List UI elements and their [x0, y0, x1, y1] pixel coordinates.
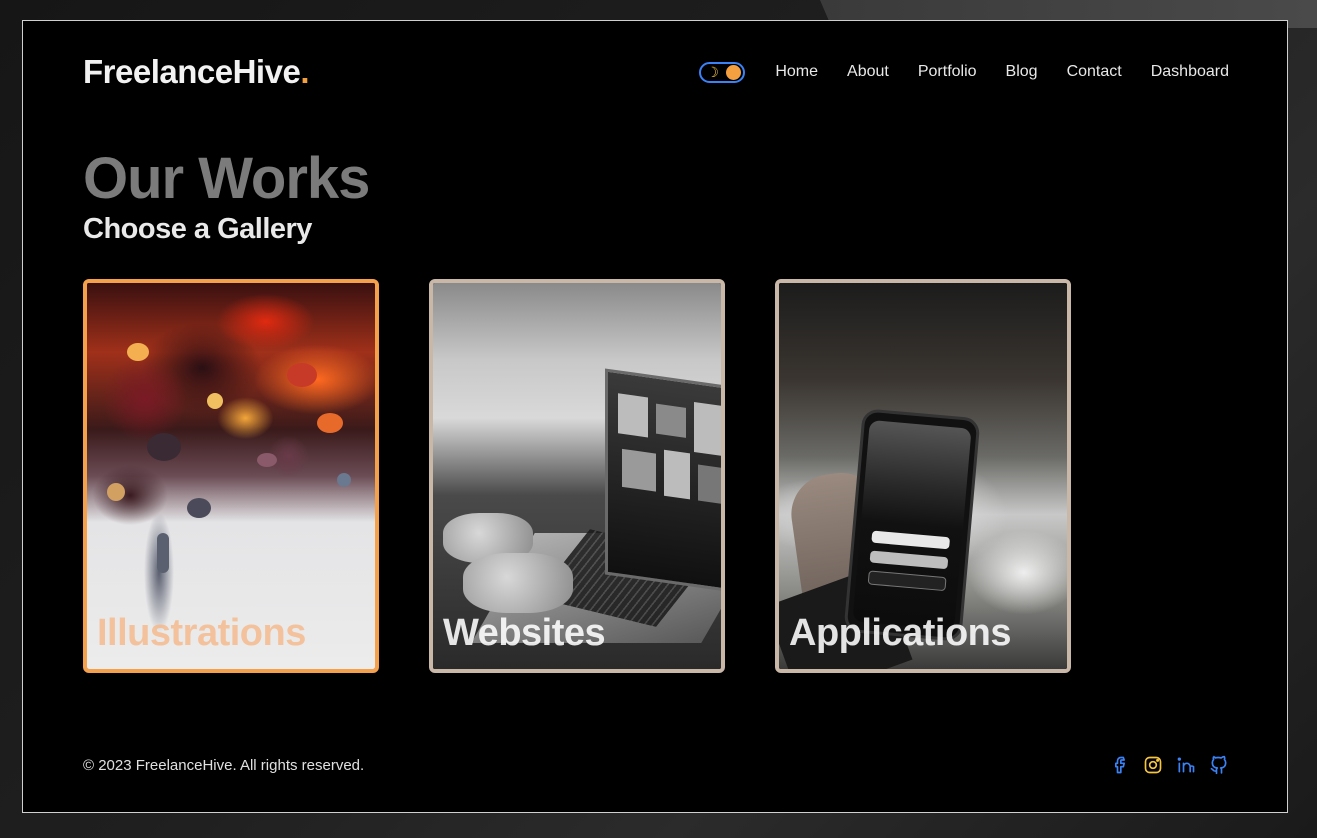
gallery-card-illustrations[interactable]: Illustrations — [83, 279, 379, 673]
main-nav: ☽ Home About Portfolio Blog Contact Dash… — [699, 61, 1229, 83]
gallery-card-label: Applications — [789, 612, 1012, 654]
brand-logo[interactable]: FreelanceHive. — [83, 53, 309, 91]
brand-name: FreelanceHive — [83, 53, 301, 90]
nav-link-contact[interactable]: Contact — [1067, 63, 1122, 81]
toggle-knob — [726, 64, 742, 80]
gallery-card-label: Websites — [443, 612, 606, 654]
browser-viewport: FreelanceHive. ☽ Home About Portfolio Bl… — [22, 20, 1288, 813]
footer: © 2023 FreelanceHive. All rights reserve… — [83, 755, 1229, 775]
nav-link-dashboard[interactable]: Dashboard — [1151, 63, 1229, 81]
nav-link-portfolio[interactable]: Portfolio — [918, 63, 977, 81]
page-title: Our Works — [83, 146, 370, 211]
brand-dot: . — [300, 53, 309, 90]
theme-toggle[interactable]: ☽ — [699, 61, 746, 83]
page-subtitle: Choose a Gallery — [83, 213, 312, 245]
github-icon[interactable] — [1209, 755, 1229, 775]
gallery-card-websites[interactable]: Websites — [429, 279, 725, 673]
linkedin-icon[interactable] — [1176, 755, 1196, 775]
nav-link-about[interactable]: About — [847, 63, 889, 81]
facebook-icon[interactable] — [1110, 755, 1130, 775]
instagram-icon[interactable] — [1143, 755, 1163, 775]
moon-icon: ☽ — [706, 63, 719, 80]
navbar: FreelanceHive. ☽ Home About Portfolio Bl… — [83, 51, 1229, 93]
gallery-card-applications[interactable]: Applications — [775, 279, 1071, 673]
nav-link-blog[interactable]: Blog — [1006, 63, 1038, 81]
gallery-card-label: Illustrations — [97, 612, 306, 654]
copyright-text: © 2023 FreelanceHive. All rights reserve… — [83, 756, 365, 774]
nav-link-home[interactable]: Home — [775, 63, 818, 81]
social-links — [1110, 755, 1229, 775]
gallery-grid: Illustrations Websites Applications — [83, 279, 1071, 673]
